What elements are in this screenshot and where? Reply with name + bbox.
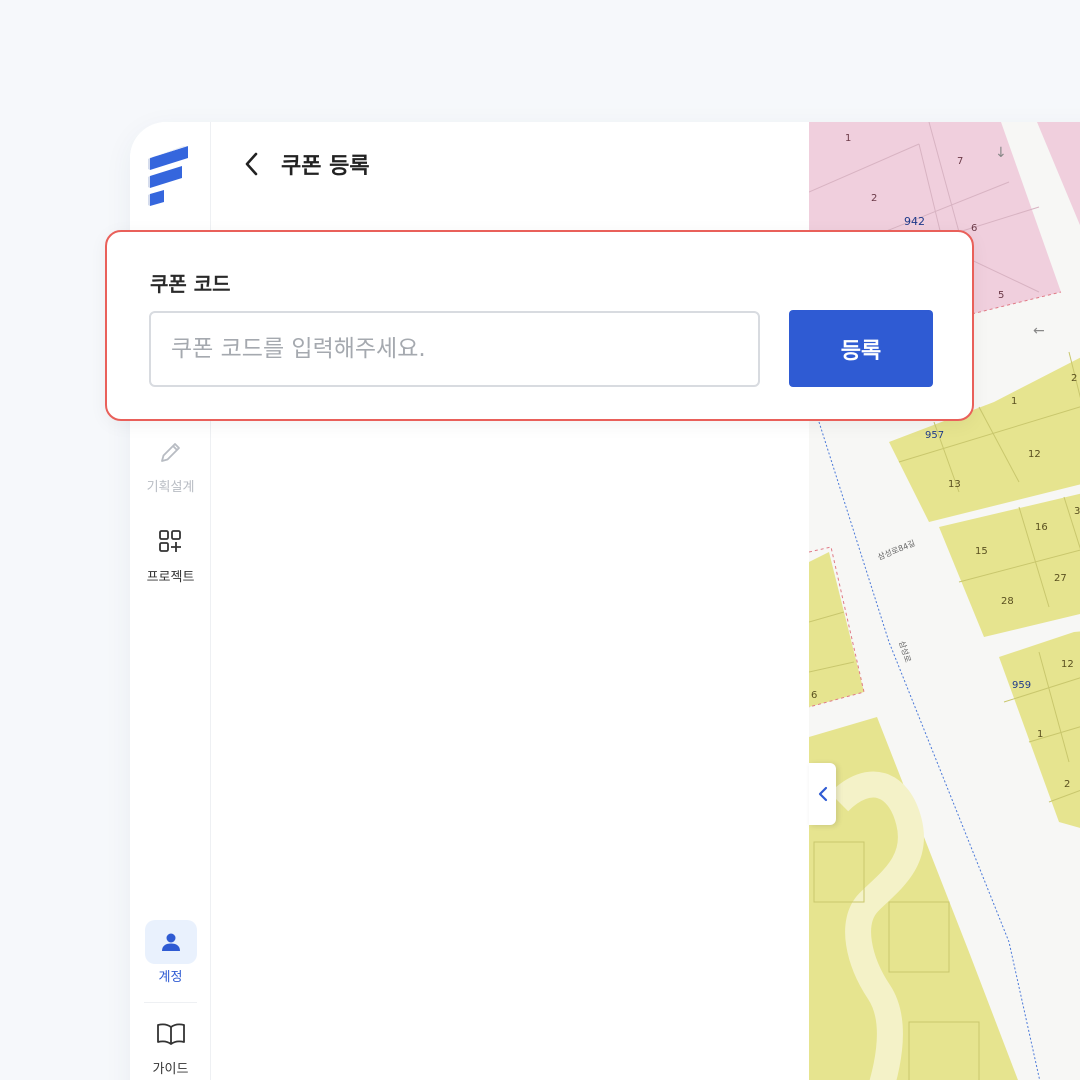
nav-item-planning[interactable]: 기획설계 (130, 430, 211, 495)
register-button[interactable]: 등록 (789, 310, 933, 387)
parcel-label: 959 (1012, 680, 1031, 691)
grid-plus-icon (158, 530, 181, 552)
parcel-label: 16 (1035, 522, 1048, 533)
parcel-label: 12 (1061, 659, 1074, 670)
parcel-label: 2 (1071, 373, 1077, 384)
parcel-label: 12 (1028, 449, 1041, 460)
parcel-label: 1 (1037, 729, 1043, 740)
back-arrow-icon[interactable] (243, 150, 267, 178)
coupon-code-input[interactable] (149, 311, 760, 387)
parcel-label: 1 (1011, 396, 1017, 407)
parcel-label: 6 (971, 223, 977, 234)
coupon-card: 쿠폰 코드 등록 (105, 230, 974, 421)
parcel-label: 5 (998, 290, 1004, 301)
page-title: 쿠폰 등록 (281, 154, 370, 179)
nav-item-guide[interactable]: 가이드 (130, 1012, 211, 1077)
nav-item-projects[interactable]: 프로젝트 (130, 520, 211, 585)
parcel-label: 28 (1001, 596, 1014, 607)
parcel-label: 13 (948, 479, 961, 490)
sidebar-divider (144, 1002, 197, 1003)
parcel-label: 6 (811, 690, 817, 701)
nav-label-projects: 프로젝트 (146, 570, 195, 585)
coupon-code-label: 쿠폰 코드 (150, 272, 231, 296)
chevron-left-icon (818, 786, 827, 802)
app-logo[interactable] (148, 146, 192, 218)
parcel-label: 2 (871, 193, 877, 204)
user-icon (161, 933, 180, 951)
parcel-label: 957 (925, 430, 944, 441)
parcel-label: 27 (1054, 573, 1067, 584)
panel-header: 쿠폰 등록 (243, 148, 370, 180)
book-icon (156, 1023, 185, 1045)
parcel-label: 15 (975, 546, 988, 557)
svg-text:↓: ↓ (995, 145, 1007, 161)
nav-label-planning: 기획설계 (146, 480, 195, 495)
pencil-icon (160, 443, 180, 462)
parcel-label: 7 (957, 156, 963, 167)
svg-text:←: ← (1033, 323, 1045, 339)
nav-item-account[interactable]: 계정 (130, 920, 211, 985)
collapse-panel-button[interactable] (809, 763, 836, 825)
parcel-label: 942 (904, 215, 925, 228)
nav-label-guide: 가이드 (152, 1062, 189, 1077)
parcel-label: 2 (1064, 779, 1070, 790)
nav-label-account: 계정 (158, 970, 183, 985)
parcel-label: 1 (845, 133, 851, 144)
parcel-label: 3 (1074, 506, 1080, 517)
